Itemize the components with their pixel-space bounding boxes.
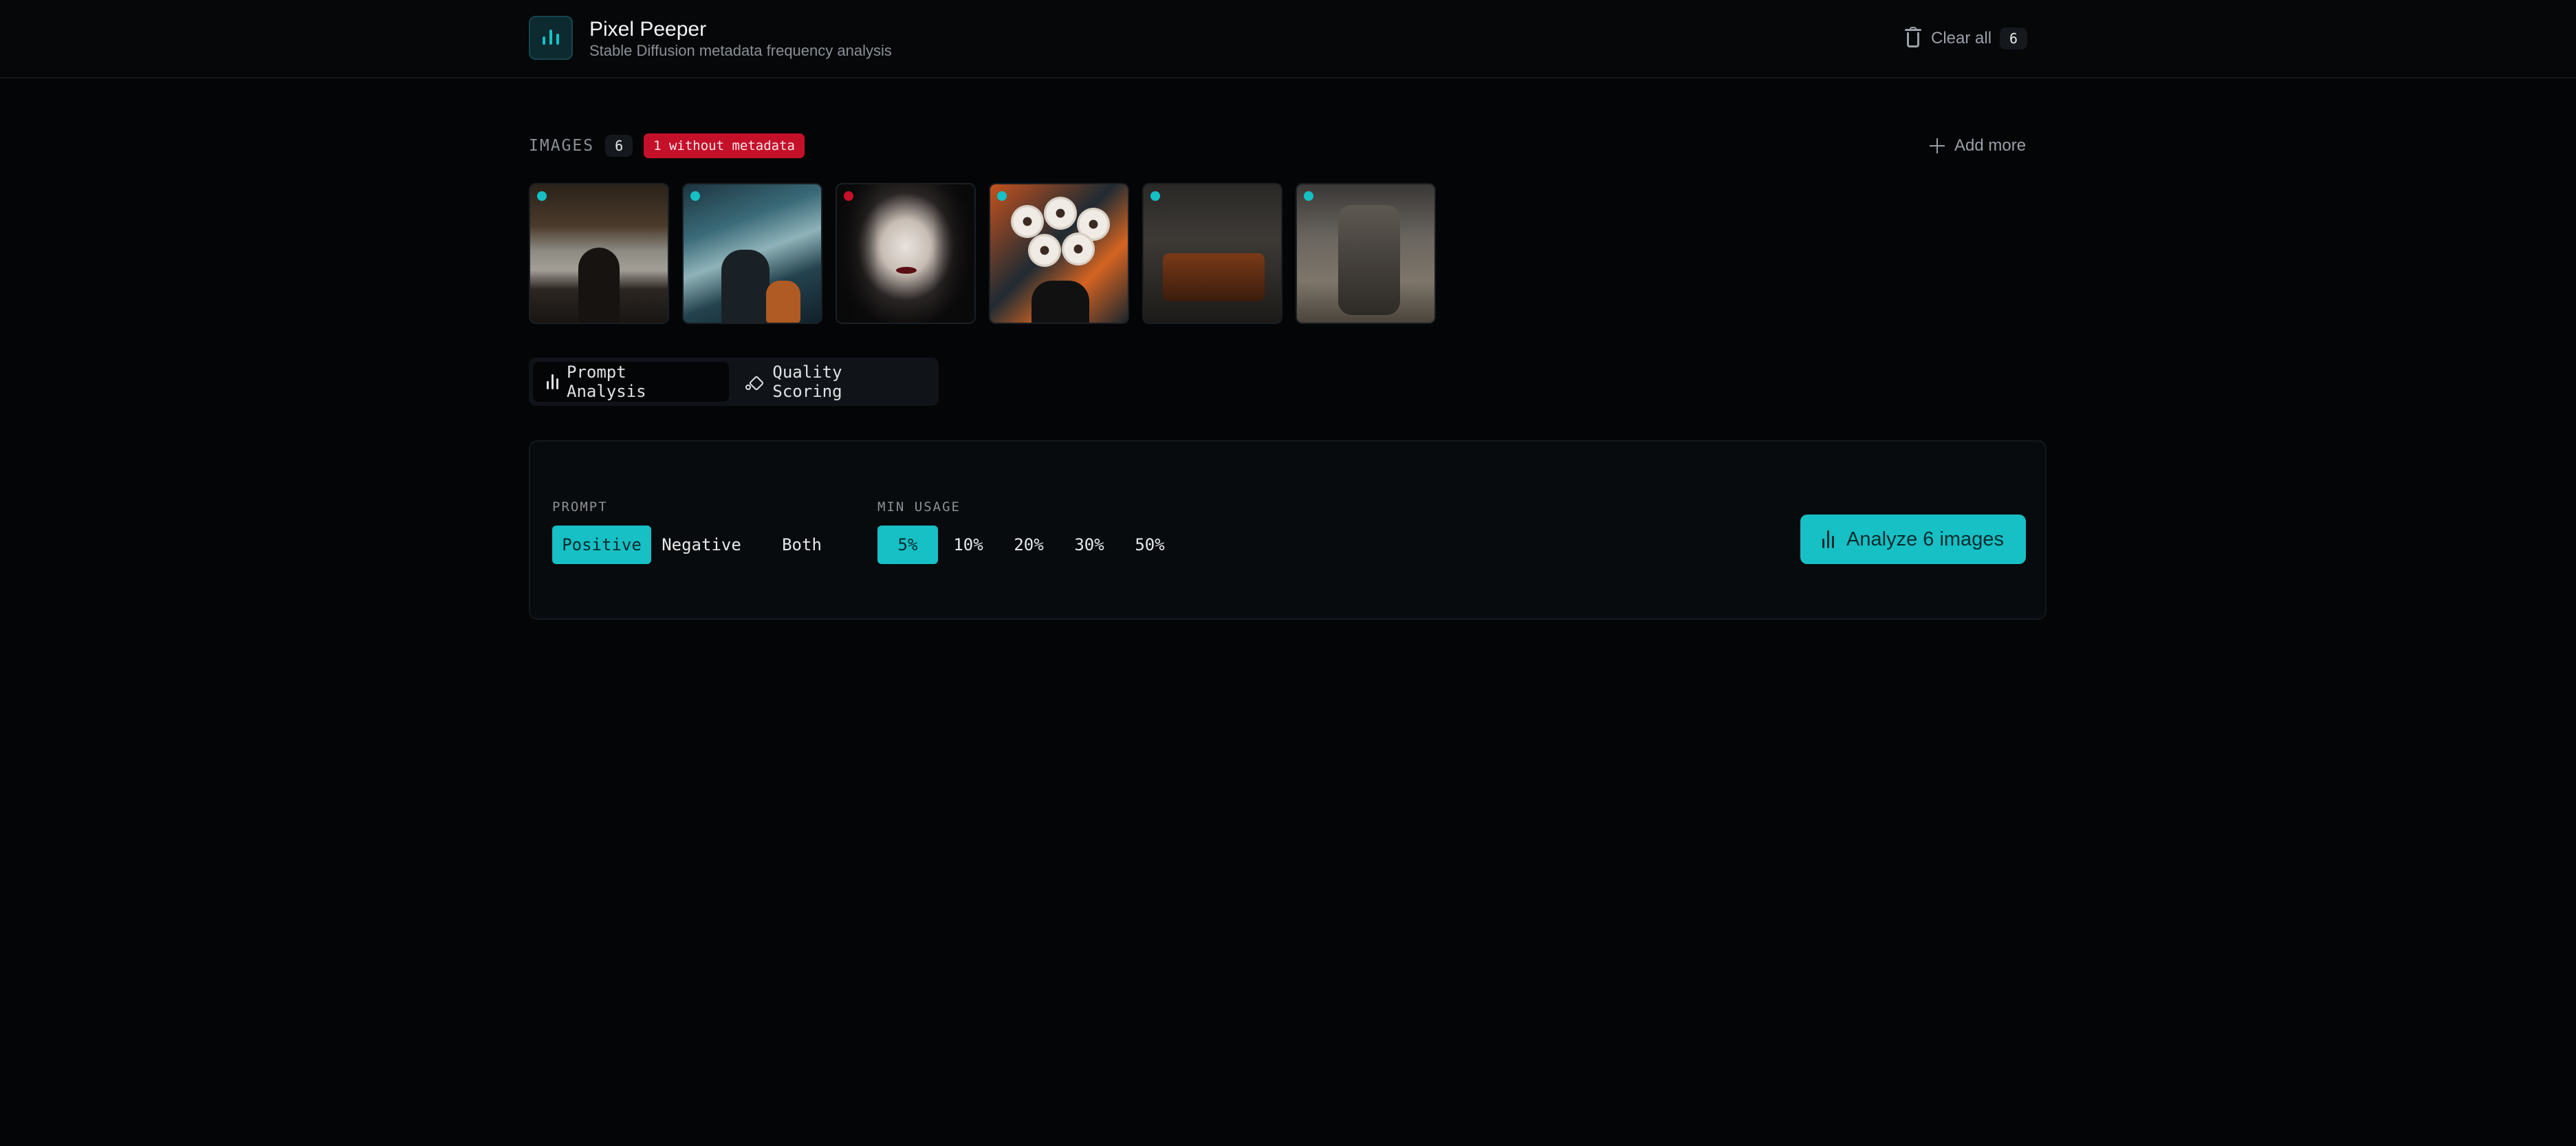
analysis-tabs: Prompt Analysis Quality Scoring <box>529 358 939 406</box>
tab-prompt-analysis[interactable]: Prompt Analysis <box>533 362 729 402</box>
bar-chart-logo-icon <box>529 16 573 60</box>
image-thumbnail[interactable] <box>1142 183 1282 324</box>
prompt-option-positive[interactable]: Positive <box>552 526 651 564</box>
metadata-status-dot <box>997 191 1007 201</box>
prompt-label: PROMPT <box>552 499 608 515</box>
image-thumbnail[interactable] <box>989 183 1129 324</box>
min-usage-selector: 5% 10% 20% 30% 50% <box>877 526 1180 564</box>
app-subtitle: Stable Diffusion metadata frequency anal… <box>589 42 892 59</box>
plus-icon <box>1930 138 1945 153</box>
min-usage-label: MIN USAGE <box>877 499 961 515</box>
sparkle-icon <box>745 372 765 391</box>
metadata-status-dot <box>537 191 547 201</box>
prompt-selector: Positive Negative Both <box>552 526 852 564</box>
image-thumbnails <box>529 183 1436 324</box>
trash-icon <box>1903 27 1923 50</box>
tab-quality-scoring[interactable]: Quality Scoring <box>732 362 935 402</box>
without-metadata-badge: 1 without metadata <box>644 133 805 158</box>
analyze-button-label: Analyze 6 images <box>1846 528 2004 550</box>
prompt-option-negative[interactable]: Negative <box>651 526 752 564</box>
app-header: Pixel Peeper Stable Diffusion metadata f… <box>0 0 2576 78</box>
image-thumbnail[interactable] <box>682 183 822 324</box>
clear-all-count-badge: 6 <box>2000 28 2028 50</box>
tab-label: Prompt Analysis <box>567 363 646 401</box>
image-thumbnail[interactable] <box>529 183 669 324</box>
analyze-button[interactable]: Analyze 6 images <box>1800 515 2026 564</box>
min-usage-option-20[interactable]: 20% <box>998 526 1059 564</box>
metadata-status-dot <box>1150 191 1160 201</box>
min-usage-option-10[interactable]: 10% <box>938 526 998 564</box>
prompt-option-both[interactable]: Both <box>752 526 852 564</box>
clear-all-button[interactable]: Clear all 6 <box>1903 25 2028 52</box>
min-usage-option-30[interactable]: 30% <box>1059 526 1120 564</box>
image-thumbnail[interactable] <box>1296 183 1436 324</box>
clear-all-label: Clear all <box>1931 29 1992 47</box>
images-section-header: IMAGES 6 1 without metadata <box>529 133 805 158</box>
add-more-button[interactable]: Add more <box>1930 132 2026 160</box>
min-usage-option-5[interactable]: 5% <box>877 526 938 564</box>
bar-chart-icon <box>547 374 558 389</box>
images-count-badge: 6 <box>605 135 633 157</box>
image-thumbnail[interactable] <box>836 183 976 324</box>
tab-label: Quality Scoring <box>772 363 842 401</box>
metadata-status-dot <box>844 191 853 201</box>
app-title: Pixel Peeper <box>589 18 707 41</box>
metadata-status-dot <box>690 191 700 201</box>
min-usage-option-50[interactable]: 50% <box>1120 526 1180 564</box>
analysis-controls-panel: PROMPT Positive Negative Both MIN USAGE … <box>529 440 2046 620</box>
bar-chart-icon <box>1822 530 1835 548</box>
images-label: IMAGES <box>529 137 595 155</box>
metadata-status-dot <box>1304 191 1313 201</box>
add-more-label: Add more <box>1954 136 2027 155</box>
